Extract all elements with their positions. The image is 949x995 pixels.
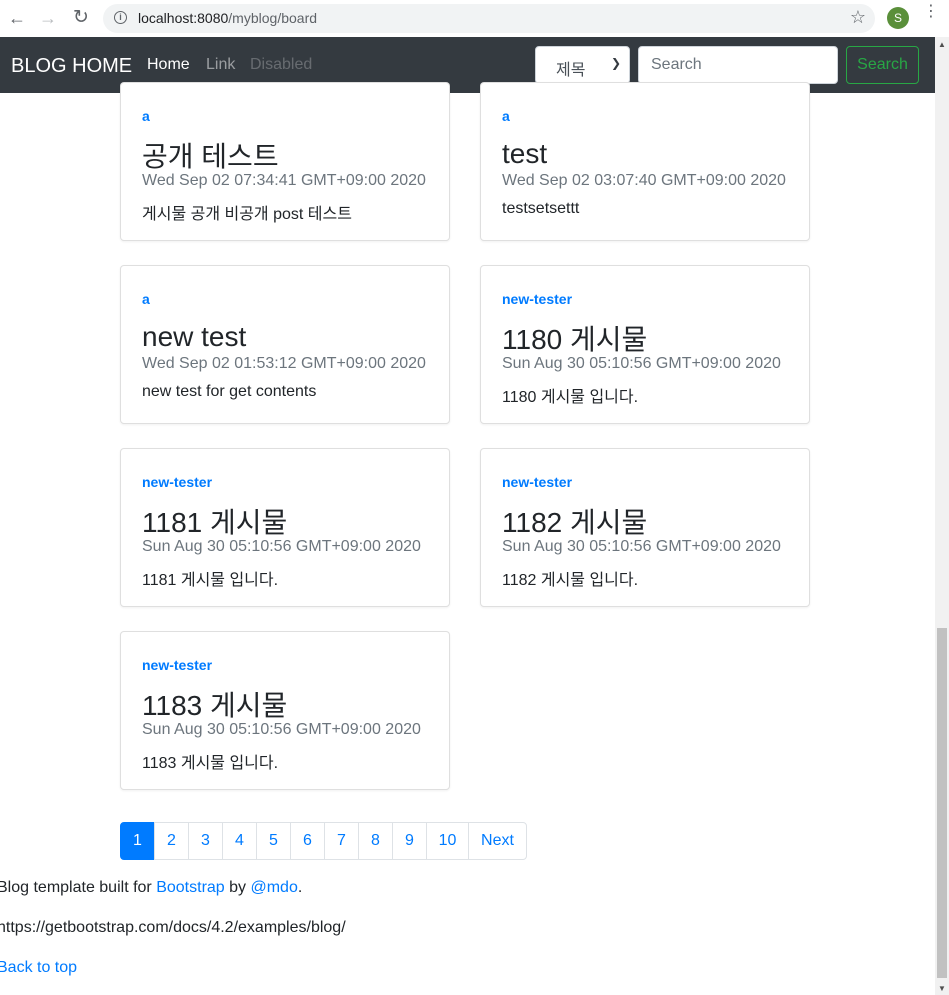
post-author[interactable]: a [142,291,150,307]
post-author[interactable]: new-tester [502,474,572,490]
nav-link-link[interactable]: Link [206,56,235,74]
post-author[interactable]: new-tester [142,657,212,673]
nav-link-disabled: Disabled [250,56,313,73]
profile-avatar[interactable]: S [887,7,909,29]
pagination: 1 2 3 4 5 6 7 8 9 10 Next [120,822,527,860]
url-host: localhost:8080 [138,10,229,26]
footer-prefix: Blog template built for [0,879,157,896]
post-excerpt: 게시물 공개 비공개 post 테스트 [142,206,352,223]
page-link-10[interactable]: 10 [426,822,469,860]
post-date: Wed Sep 02 01:53:12 GMT+09:00 2020 [142,355,426,372]
post-excerpt: 1180 게시물 입니다. [502,389,639,406]
post-date: Sun Aug 30 05:10:56 GMT+09:00 2020 [502,355,781,372]
page-link-9[interactable]: 9 [392,822,427,860]
footer-url: https://getbootstrap.com/docs/4.2/exampl… [0,919,346,936]
page-link-8[interactable]: 8 [358,822,393,860]
post-card[interactable]: new-tester 1183 게시물 Sun Aug 30 05:10:56 … [120,631,450,790]
post-date: Sun Aug 30 05:10:56 GMT+09:00 2020 [142,538,421,555]
page-link-5[interactable]: 5 [256,822,291,860]
post-date: Wed Sep 02 03:07:40 GMT+09:00 2020 [502,172,786,189]
back-arrow-icon[interactable]: ← [6,7,28,29]
address-url[interactable]: localhost:8080/myblog/board [138,10,317,26]
url-path: /myblog/board [228,10,318,26]
post-date: Sun Aug 30 05:10:56 GMT+09:00 2020 [142,721,421,738]
post-excerpt: 1181 게시물 입니다. [142,572,279,589]
chevron-down-icon: ❯ [610,56,621,70]
post-title: 1182 게시물 [502,507,648,538]
page-link-7[interactable]: 7 [324,822,359,860]
post-author[interactable]: a [142,108,150,124]
star-icon[interactable]: ☆ [850,7,866,28]
post-card[interactable]: new-tester 1181 게시물 Sun Aug 30 05:10:56 … [120,448,450,607]
menu-dots-icon[interactable]: ⋮ [923,4,939,20]
post-title: 공개 테스트 [142,141,279,172]
post-title: new test [142,321,247,352]
scrollbar-thumb[interactable] [937,628,947,978]
page-next-button[interactable]: Next [468,822,527,860]
info-icon[interactable]: i [114,11,127,24]
navbar-brand[interactable]: BLOG HOME [11,55,132,78]
mdo-link[interactable]: @mdo [250,879,297,896]
post-title: 1180 게시물 [502,324,648,355]
search-type-select[interactable]: 제목 ❯ [535,46,630,84]
post-card[interactable]: new-tester 1182 게시물 Sun Aug 30 05:10:56 … [480,448,810,607]
forward-arrow-icon[interactable]: → [37,7,59,29]
post-title: test [502,138,548,169]
bootstrap-link[interactable]: Bootstrap [156,879,224,896]
post-card[interactable]: new-tester 1180 게시물 Sun Aug 30 05:10:56 … [480,265,810,424]
post-card[interactable]: a new test Wed Sep 02 01:53:12 GMT+09:00… [120,265,450,424]
post-date: Wed Sep 02 07:34:41 GMT+09:00 2020 [142,172,426,189]
post-excerpt: new test for get contents [142,383,317,400]
footer-by: by [224,879,251,896]
nav-link-home[interactable]: Home [147,56,190,74]
scroll-up-arrow-icon[interactable]: ▲ [938,40,946,49]
post-author[interactable]: new-tester [142,474,212,490]
footer-suffix: . [297,879,303,896]
post-excerpt: testsetsettt [502,200,580,217]
scroll-down-arrow-icon[interactable]: ▼ [938,984,946,993]
search-input[interactable] [638,46,838,84]
footer-credit: Blog template built for Bootstrap by @md… [0,879,302,897]
post-card[interactable]: a 공개 테스트 Wed Sep 02 07:34:41 GMT+09:00 2… [120,82,450,241]
post-excerpt: 1182 게시물 입니다. [502,572,639,589]
page-link-6[interactable]: 6 [290,822,325,860]
page-link-2[interactable]: 2 [154,822,189,860]
post-title: 1181 게시물 [142,507,288,538]
post-author[interactable]: new-tester [502,291,572,307]
page-link-1[interactable]: 1 [120,822,155,860]
address-bar[interactable]: i localhost:8080/myblog/board ☆ [103,4,875,33]
back-to-top-link[interactable]: Back to top [0,959,77,977]
page-link-3[interactable]: 3 [188,822,223,860]
page-link-4[interactable]: 4 [222,822,257,860]
reload-icon[interactable]: ↻ [70,7,92,29]
post-card[interactable]: a test Wed Sep 02 03:07:40 GMT+09:00 202… [480,82,810,241]
post-date: Sun Aug 30 05:10:56 GMT+09:00 2020 [502,538,781,555]
post-author[interactable]: a [502,108,510,124]
search-type-value: 제목 [556,62,586,79]
post-title: 1183 게시물 [142,690,288,721]
search-button[interactable]: Search [846,46,919,84]
browser-toolbar: ← → ↻ i localhost:8080/myblog/board ☆ S … [0,0,949,38]
post-excerpt: 1183 게시물 입니다. [142,755,279,772]
